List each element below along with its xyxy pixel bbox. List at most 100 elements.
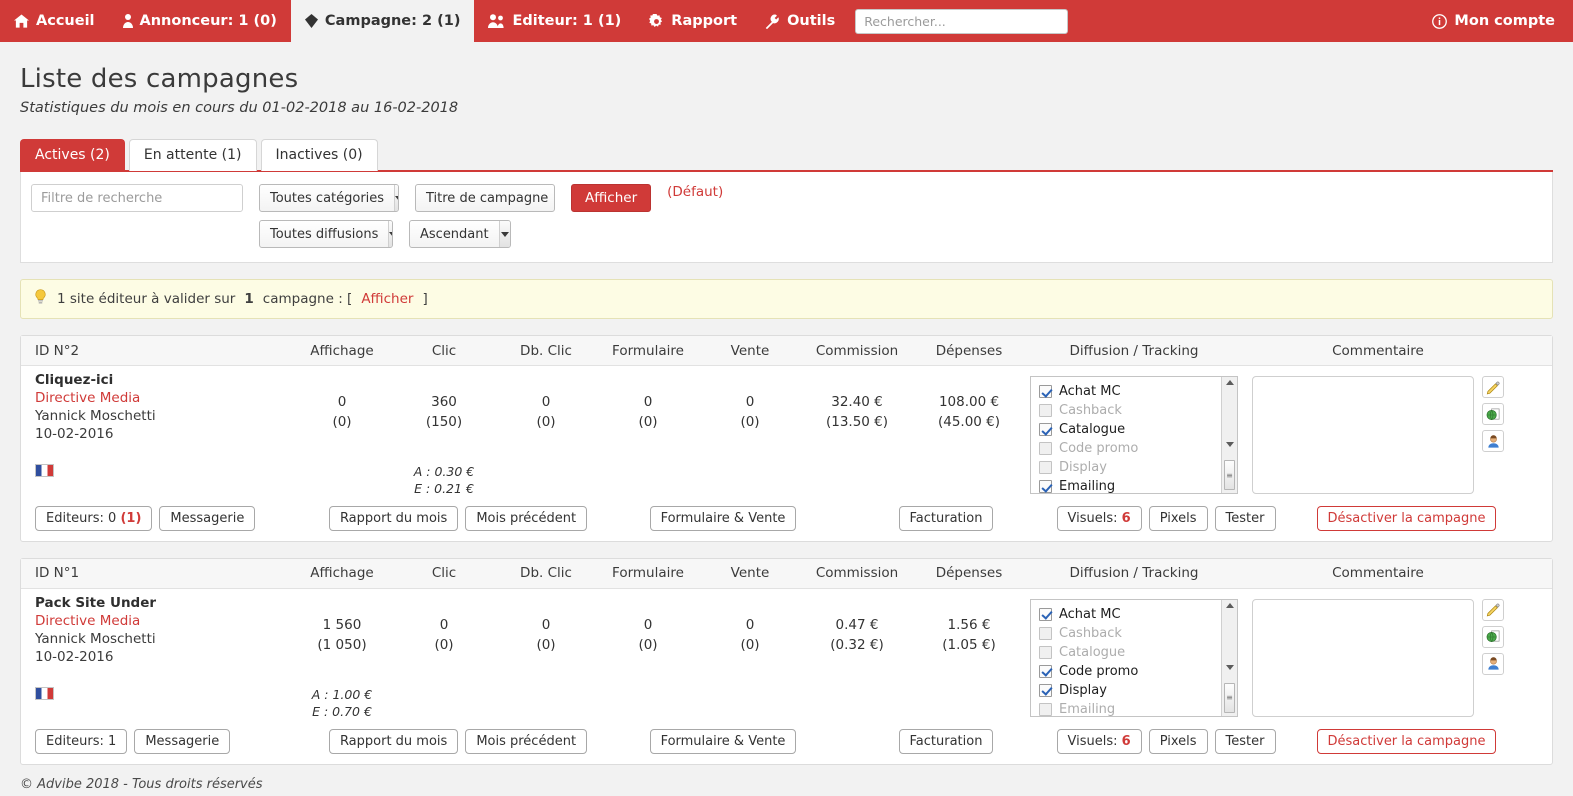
affichage-sub: (0) xyxy=(332,414,352,430)
page-subtitle: Statistiques du mois en cours du 01-02-2… xyxy=(20,100,459,116)
nav-item-rapport[interactable]: Rapport xyxy=(635,0,751,42)
chevron-down-icon xyxy=(394,185,398,211)
campaign-action-bar: Editeurs: 0 (1) Messagerie Rapport du mo… xyxy=(21,498,1552,541)
messagerie-button[interactable]: Messagerie xyxy=(159,505,256,531)
campaign-advertiser[interactable]: Directive Media xyxy=(35,390,291,406)
checkbox-icon[interactable] xyxy=(1039,626,1052,640)
diffusion-option-catalogue[interactable]: Catalogue xyxy=(1039,420,1221,439)
affichage-sub: (1 050) xyxy=(317,636,367,653)
globe-page-icon[interactable] xyxy=(1482,403,1504,425)
scroll-up-icon[interactable] xyxy=(1225,380,1234,385)
diffusion-scrollbar[interactable]: ≡ xyxy=(1221,599,1237,716)
edit-pencil-icon[interactable] xyxy=(1482,376,1504,398)
diffusion-option-catalogue[interactable]: Catalogue xyxy=(1039,643,1221,662)
diffusion-option-cashback[interactable]: Cashback xyxy=(1039,401,1221,420)
search-input[interactable] xyxy=(855,8,1069,34)
diffusion-option-achat-mc[interactable]: Achat MC xyxy=(1039,382,1221,401)
diffusion-option-emailing[interactable]: Emailing xyxy=(1039,700,1221,716)
diffusion-option-code-promo[interactable]: Code promo xyxy=(1039,662,1221,681)
checkbox-icon[interactable] xyxy=(1039,683,1052,697)
pixels-button[interactable]: Pixels xyxy=(1148,728,1208,754)
search-filter-input[interactable] xyxy=(31,184,243,212)
scrollbar-thumb[interactable]: ≡ xyxy=(1224,460,1235,490)
diffusion-option-display[interactable]: Display xyxy=(1039,681,1221,700)
desactiver-campagne-button[interactable]: Désactiver la campagne xyxy=(1316,505,1497,531)
diffusion-list[interactable]: Achat MC Cashback Catalogue Code promo D… xyxy=(1030,376,1238,494)
pixels-button[interactable]: Pixels xyxy=(1148,505,1208,531)
default-link[interactable]: (Défaut) xyxy=(667,184,723,200)
diffusion-option-achat-mc[interactable]: Achat MC xyxy=(1039,605,1221,624)
diffusion-scrollbar[interactable]: ≡ xyxy=(1221,377,1237,493)
mois-precedent-button[interactable]: Mois précédent xyxy=(465,728,588,754)
tab-en-attente[interactable]: En attente (1) xyxy=(128,139,257,171)
tester-button[interactable]: Tester xyxy=(1214,505,1276,531)
nav-item-editeur[interactable]: Editeur: 1 (1) xyxy=(474,0,635,42)
nav-item-annonceur[interactable]: Annonceur: 1 (0) xyxy=(109,0,291,42)
category-select[interactable]: Toutes catégories xyxy=(259,184,399,212)
messagerie-button[interactable]: Messagerie xyxy=(134,728,231,754)
diffusion-option-display[interactable]: Display xyxy=(1039,458,1221,477)
diffusion-select-label: Toutes diffusions xyxy=(270,226,379,242)
header-affichage: Affichage xyxy=(310,342,374,359)
editeurs-button[interactable]: Editeurs: 1 xyxy=(35,728,128,754)
rapport-du-mois-button[interactable]: Rapport du mois xyxy=(328,728,459,754)
mois-precedent-button[interactable]: Mois précédent xyxy=(465,505,588,531)
diffusion-select[interactable]: Toutes diffusions xyxy=(259,220,393,248)
scroll-down-icon[interactable] xyxy=(1225,664,1234,670)
checkbox-icon[interactable] xyxy=(1039,423,1052,436)
visuels-button[interactable]: Visuels: 6 xyxy=(1056,505,1142,531)
checkbox-icon[interactable] xyxy=(1039,442,1052,455)
checkbox-icon[interactable] xyxy=(1039,480,1052,493)
facturation-button[interactable]: Facturation xyxy=(898,728,994,754)
nav-item-accueil[interactable]: Accueil xyxy=(0,0,109,42)
afficher-button[interactable]: Afficher xyxy=(571,184,652,212)
sort-order-select[interactable]: Ascendant xyxy=(409,220,511,248)
globe-page-icon[interactable] xyxy=(1482,625,1504,648)
checkbox-icon[interactable] xyxy=(1039,404,1052,417)
tester-button[interactable]: Tester xyxy=(1214,728,1276,754)
scroll-down-icon[interactable] xyxy=(1225,442,1234,447)
alert-afficher-link[interactable]: Afficher xyxy=(361,291,413,307)
header-commission: Commission xyxy=(815,342,899,359)
diffusion-label: Achat MC xyxy=(1059,606,1121,622)
diffusion-option-emailing[interactable]: Emailing xyxy=(1039,477,1221,493)
nav-item-outils[interactable]: Outils xyxy=(751,0,849,42)
tab-inactives[interactable]: Inactives (0) xyxy=(260,139,378,171)
diffusion-option-code-promo[interactable]: Code promo xyxy=(1039,439,1221,458)
scroll-up-icon[interactable] xyxy=(1225,602,1234,608)
clic-value: 0 xyxy=(439,616,449,633)
edit-pencil-icon[interactable] xyxy=(1482,598,1504,621)
checkbox-icon[interactable] xyxy=(1039,385,1052,398)
formulaire-vente-button[interactable]: Formulaire & Vente xyxy=(649,728,797,754)
my-account-button[interactable]: Mon compte xyxy=(1432,13,1555,29)
rapport-du-mois-button[interactable]: Rapport du mois xyxy=(328,505,459,531)
comment-textarea[interactable] xyxy=(1252,598,1474,717)
formulaire-vente-button[interactable]: Formulaire & Vente xyxy=(649,505,797,531)
checkbox-icon[interactable] xyxy=(1039,461,1052,474)
checkbox-icon[interactable] xyxy=(1039,607,1052,621)
campaign-action-bar: Editeurs: 1 Messagerie Rapport du mois M… xyxy=(21,721,1552,764)
action-group-formulaire: Formulaire & Vente xyxy=(611,728,835,754)
tab-actives[interactable]: Actives (2) xyxy=(20,139,125,171)
desactiver-campagne-button[interactable]: Désactiver la campagne xyxy=(1316,728,1497,754)
header-clic: Clic xyxy=(431,342,457,359)
visuels-button[interactable]: Visuels: 6 xyxy=(1056,728,1142,754)
diffusion-option-cashback[interactable]: Cashback xyxy=(1039,624,1221,643)
user-avatar-icon[interactable] xyxy=(1482,652,1504,675)
user-avatar-icon[interactable] xyxy=(1482,430,1504,452)
comment-textarea[interactable] xyxy=(1252,376,1474,494)
checkbox-icon[interactable] xyxy=(1039,645,1052,659)
scrollbar-thumb[interactable]: ≡ xyxy=(1224,682,1235,713)
editeurs-button[interactable]: Editeurs: 0 (1) xyxy=(35,505,153,531)
diffusion-list[interactable]: Achat MC Cashback Catalogue Code promo D… xyxy=(1030,598,1238,717)
commission-value: 32.40 € xyxy=(831,394,883,410)
sort-field-select[interactable]: Titre de campagne xyxy=(415,184,555,212)
checkbox-icon[interactable] xyxy=(1039,702,1052,716)
campaign-table-header: ID N°1 Affichage Clic Db. Clic Formulair… xyxy=(21,558,1552,589)
campaign-advertiser[interactable]: Directive Media xyxy=(35,613,291,629)
cell-commentaire xyxy=(1243,372,1513,494)
facturation-button[interactable]: Facturation xyxy=(898,505,994,531)
campaign-identity: Pack Site Under Directive Media Yannick … xyxy=(21,595,291,700)
checkbox-icon[interactable] xyxy=(1039,664,1052,678)
nav-item-campagne[interactable]: Campagne: 2 (1) xyxy=(290,0,475,42)
